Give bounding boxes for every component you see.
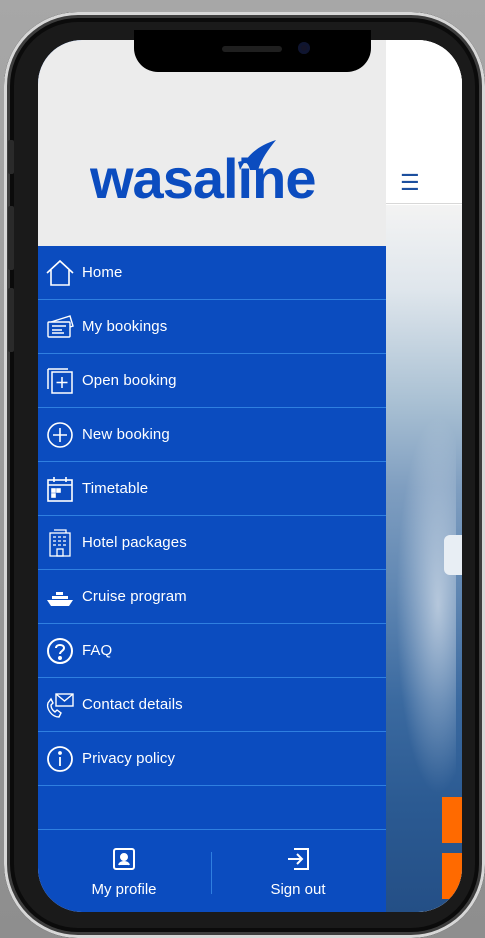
- calendar-icon: [38, 462, 82, 516]
- speaker: [222, 46, 282, 52]
- sign-out-icon: [288, 848, 309, 870]
- notch: [134, 30, 371, 72]
- menu-label: Contact details: [82, 696, 183, 713]
- hero-image: [386, 205, 462, 912]
- ferry-image: [444, 535, 462, 575]
- contact-icon: [38, 678, 82, 732]
- menu-item-home[interactable]: Home: [38, 246, 386, 300]
- menu-item-privacy-policy[interactable]: Privacy policy: [38, 732, 386, 786]
- menu-item-my-bookings[interactable]: My bookings: [38, 300, 386, 354]
- menu-label: New booking: [82, 426, 170, 443]
- menu-item-new-booking[interactable]: New booking: [38, 408, 386, 462]
- menu-item-faq[interactable]: FAQ: [38, 624, 386, 678]
- app-header: ☰: [386, 40, 462, 204]
- volume-up-button: [8, 206, 14, 270]
- info-icon: [38, 732, 82, 786]
- menu-item-open-booking[interactable]: Open booking: [38, 354, 386, 408]
- menu-list: Home My bookings Open booking New bookin…: [38, 246, 386, 786]
- hamburger-menu-icon[interactable]: ☰: [400, 172, 420, 194]
- menu-label: Timetable: [82, 480, 149, 497]
- menu-label: Privacy policy: [82, 750, 176, 767]
- orange-button[interactable]: [442, 853, 462, 899]
- open-booking-icon: [38, 354, 82, 408]
- drawer-footer: My profile Sign out: [38, 829, 386, 912]
- my-profile-button[interactable]: My profile: [38, 830, 210, 912]
- wasaline-logo: wasaline: [90, 140, 316, 210]
- logo-text: wasaline: [90, 147, 315, 210]
- menu-label: FAQ: [82, 642, 113, 659]
- sign-out-label: Sign out: [270, 881, 326, 898]
- sign-out-button[interactable]: Sign out: [212, 830, 384, 912]
- tickets-icon: [38, 300, 82, 354]
- plus-circle-icon: [38, 408, 82, 462]
- ship-icon: [38, 570, 82, 624]
- menu-item-cruise-program[interactable]: Cruise program: [38, 570, 386, 624]
- navigation-drawer: wasaline Home My bookings Open booking N…: [38, 40, 386, 912]
- orange-button[interactable]: [442, 797, 462, 843]
- front-camera: [298, 42, 310, 54]
- menu-label: Open booking: [82, 372, 177, 389]
- screen: ☰ wasaline Home My bookings Open booking…: [38, 40, 462, 912]
- menu-label: Cruise program: [82, 588, 187, 605]
- menu-label: Hotel packages: [82, 534, 187, 551]
- app-content: ☰: [386, 40, 462, 912]
- house-icon: [38, 246, 82, 300]
- hotel-icon: [38, 516, 82, 570]
- my-profile-label: My profile: [91, 881, 157, 898]
- ship-wake: [396, 415, 456, 795]
- profile-icon: [113, 848, 135, 870]
- volume-down-button: [8, 288, 14, 352]
- menu-label: Home: [82, 264, 123, 281]
- mute-switch: [8, 140, 14, 174]
- menu-label: My bookings: [82, 318, 168, 335]
- menu-item-contact-details[interactable]: Contact details: [38, 678, 386, 732]
- question-icon: [38, 624, 82, 678]
- menu-item-timetable[interactable]: Timetable: [38, 462, 386, 516]
- menu-item-hotel-packages[interactable]: Hotel packages: [38, 516, 386, 570]
